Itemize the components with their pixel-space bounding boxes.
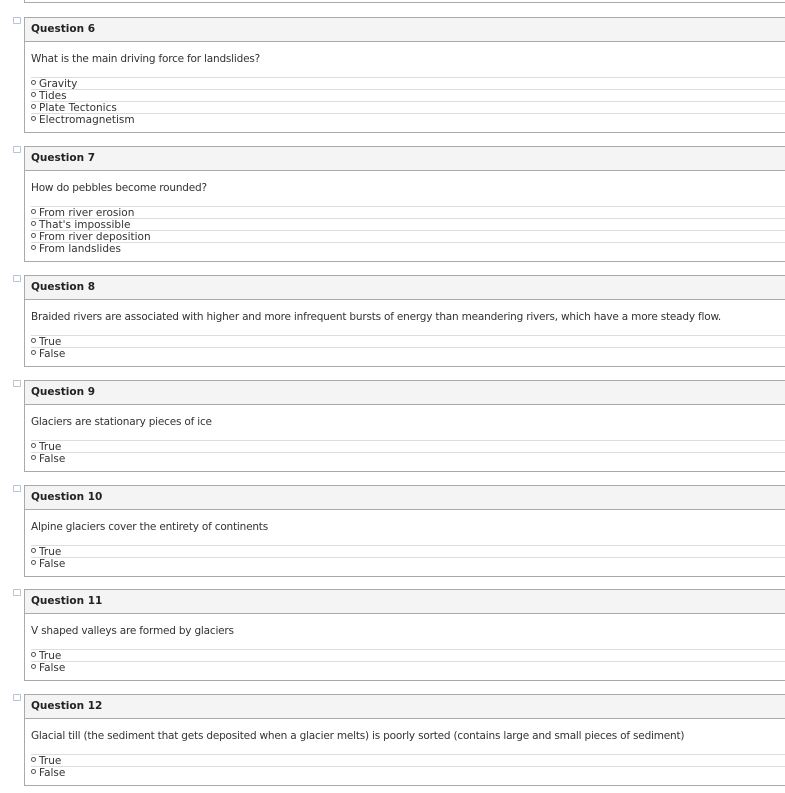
option-label: True — [39, 441, 62, 453]
question-text: What is the main driving force for lands… — [31, 53, 260, 65]
option-item[interactable]: Electromagnetism — [31, 113, 785, 126]
question-title: Question 12 — [25, 695, 785, 719]
question-body: Alpine glaciers cover the entirety of co… — [25, 510, 785, 576]
options-list: True False — [31, 754, 785, 779]
question-title: Question 6 — [25, 18, 785, 42]
option-item[interactable]: True — [31, 754, 785, 767]
option-item[interactable]: False — [31, 347, 785, 360]
checkbox-icon[interactable] — [13, 275, 21, 282]
question-body: V shaped valleys are formed by glaciers … — [25, 614, 785, 680]
radio-bullet-icon[interactable] — [31, 221, 36, 226]
option-item[interactable]: True — [31, 545, 785, 558]
option-item[interactable]: True — [31, 649, 785, 662]
radio-bullet-icon[interactable] — [31, 350, 36, 355]
option-item[interactable]: That's impossible — [31, 218, 785, 231]
question-card: Question 11 V shaped valleys are formed … — [13, 589, 785, 681]
option-label: Plate Tectonics — [39, 102, 117, 114]
option-item[interactable]: Gravity — [31, 77, 785, 90]
question-text: V shaped valleys are formed by glaciers — [31, 625, 234, 637]
question-text: Alpine glaciers cover the entirety of co… — [31, 521, 268, 533]
radio-bullet-icon[interactable] — [31, 443, 36, 448]
question-text: Glaciers are stationary pieces of ice — [31, 416, 212, 428]
question-text: How do pebbles become rounded? — [31, 182, 207, 194]
option-label: True — [39, 755, 62, 767]
option-label: Gravity — [39, 78, 78, 90]
question-card: Question 10 Alpine glaciers cover the en… — [13, 485, 785, 577]
radio-bullet-icon[interactable] — [31, 209, 36, 214]
options-list: True False — [31, 335, 785, 360]
option-item[interactable]: False — [31, 766, 785, 779]
options-list: True False — [31, 649, 785, 674]
radio-bullet-icon[interactable] — [31, 664, 36, 669]
radio-bullet-icon[interactable] — [31, 80, 36, 85]
option-item[interactable]: Tides — [31, 89, 785, 102]
checkbox-icon[interactable] — [13, 694, 21, 701]
question-card: Question 6 What is the main driving forc… — [13, 17, 785, 133]
option-label: True — [39, 546, 62, 558]
radio-bullet-icon[interactable] — [31, 548, 36, 553]
question-title: Question 8 — [25, 276, 785, 300]
option-label: False — [39, 767, 66, 779]
question-title: Question 11 — [25, 590, 785, 614]
option-label: False — [39, 662, 66, 674]
question-card: Question 12 Glacial till (the sediment t… — [13, 694, 785, 786]
checkbox-icon[interactable] — [13, 380, 21, 387]
checkbox-icon[interactable] — [13, 485, 21, 492]
question-body: How do pebbles become rounded? From rive… — [25, 171, 785, 261]
question-body: Glaciers are stationary pieces of ice Tr… — [25, 405, 785, 471]
question-body: Braided rivers are associated with highe… — [25, 300, 785, 366]
question-body: Glacial till (the sediment that gets dep… — [25, 719, 785, 785]
question-title: Question 10 — [25, 486, 785, 510]
radio-bullet-icon[interactable] — [31, 652, 36, 657]
radio-bullet-icon[interactable] — [31, 245, 36, 250]
checkbox-icon[interactable] — [13, 17, 21, 24]
option-label: True — [39, 650, 62, 662]
radio-bullet-icon[interactable] — [31, 92, 36, 97]
radio-bullet-icon[interactable] — [31, 769, 36, 774]
options-list: True False — [31, 440, 785, 465]
radio-bullet-icon[interactable] — [31, 560, 36, 565]
option-label: Tides — [39, 90, 67, 102]
option-item[interactable]: Plate Tectonics — [31, 101, 785, 114]
previous-question-box — [24, 0, 785, 3]
radio-bullet-icon[interactable] — [31, 338, 36, 343]
question-card: Question 9 Glaciers are stationary piece… — [13, 380, 785, 472]
option-item[interactable]: From landslides — [31, 242, 785, 255]
option-item[interactable]: False — [31, 452, 785, 465]
radio-bullet-icon[interactable] — [31, 116, 36, 121]
options-list: From river erosion That's impossible From … — [31, 206, 785, 255]
option-item[interactable]: True — [31, 335, 785, 348]
radio-bullet-icon[interactable] — [31, 233, 36, 238]
question-title: Question 7 — [25, 147, 785, 171]
options-list: Gravity Tides Plate Tectonics Electromagnet… — [31, 77, 785, 126]
radio-bullet-icon[interactable] — [31, 455, 36, 460]
option-label: False — [39, 453, 66, 465]
radio-bullet-icon[interactable] — [31, 104, 36, 109]
option-item[interactable]: False — [31, 557, 785, 570]
question-body: What is the main driving force for lands… — [25, 42, 785, 132]
radio-bullet-icon[interactable] — [31, 757, 36, 762]
option-item[interactable]: From river deposition — [31, 230, 785, 243]
option-label: That's impossible — [39, 219, 131, 231]
question-card: Question 8 Braided rivers are associated… — [13, 275, 785, 367]
option-label: False — [39, 558, 66, 570]
options-list: True False — [31, 545, 785, 570]
option-label: From river erosion — [39, 207, 135, 219]
checkbox-icon[interactable] — [13, 146, 21, 153]
question-title: Question 9 — [25, 381, 785, 405]
option-label: False — [39, 348, 66, 360]
option-label: From river deposition — [39, 231, 151, 243]
checkbox-icon[interactable] — [13, 589, 21, 596]
option-label: Electromagnetism — [39, 114, 135, 126]
option-label: True — [39, 336, 62, 348]
question-text: Braided rivers are associated with highe… — [31, 311, 722, 323]
option-label: From landslides — [39, 243, 121, 255]
option-item[interactable]: True — [31, 440, 785, 453]
question-text: Glacial till (the sediment that gets dep… — [31, 730, 685, 742]
option-item[interactable]: False — [31, 661, 785, 674]
question-card: Question 7 How do pebbles become rounded… — [13, 146, 785, 262]
option-item[interactable]: From river erosion — [31, 206, 785, 219]
